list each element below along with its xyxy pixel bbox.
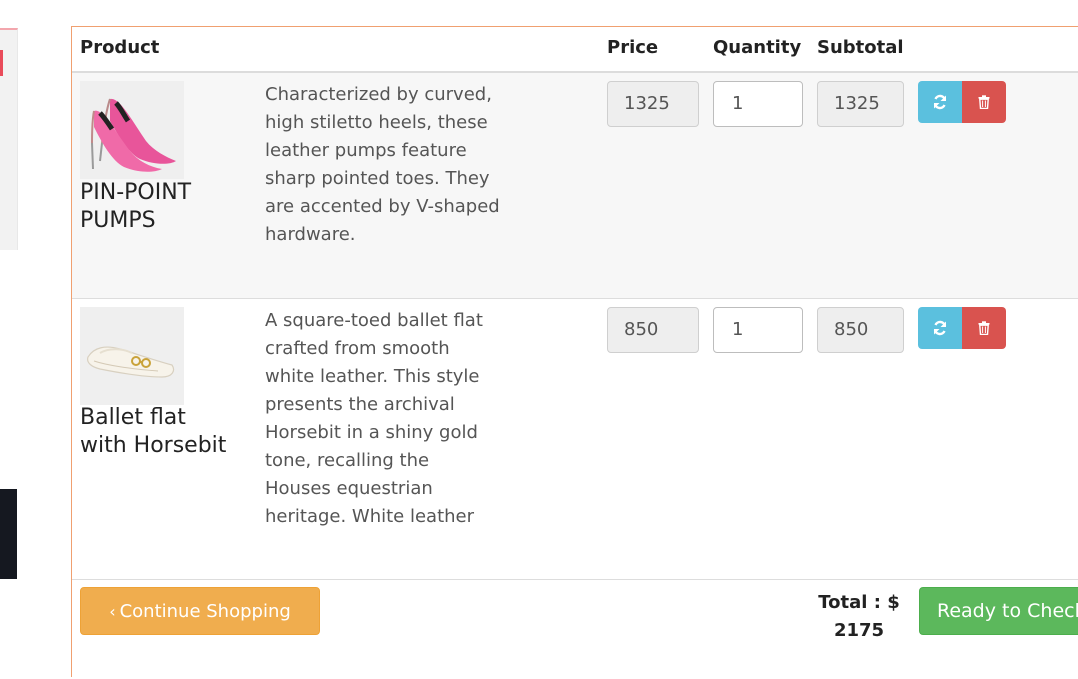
pink-stiletto-pumps-image[interactable] bbox=[80, 81, 184, 179]
remove-item-button[interactable] bbox=[962, 307, 1006, 349]
trash-icon bbox=[978, 95, 990, 109]
quantity-input[interactable]: 1 bbox=[713, 81, 803, 127]
cart-row: PIN-POINT PUMPS Characterized by curved,… bbox=[72, 73, 1078, 299]
continue-shopping-button[interactable]: ‹ Continue Shopping bbox=[80, 587, 320, 635]
price-field: 850 bbox=[607, 307, 699, 353]
update-quantity-button[interactable] bbox=[918, 307, 962, 349]
checkout-button[interactable]: Ready to Checkout bbox=[919, 587, 1078, 635]
adjacent-dark-panel-fragment bbox=[0, 489, 17, 579]
cart-total: Total : $ 2175 bbox=[814, 589, 904, 645]
continue-shopping-label: Continue Shopping bbox=[119, 600, 291, 622]
total-value: 2175 bbox=[833, 620, 885, 641]
remove-item-button[interactable] bbox=[962, 81, 1006, 123]
cart-row: Ballet flat with Horsebit A square-toed … bbox=[72, 299, 1078, 580]
header-quantity: Quantity bbox=[713, 37, 802, 58]
product-description: A square-toed ballet flat crafted from s… bbox=[265, 310, 483, 527]
refresh-icon bbox=[933, 320, 947, 336]
chevron-left-icon: ‹ bbox=[109, 601, 116, 621]
price-field: 1325 bbox=[607, 81, 699, 127]
product-name: PIN-POINT PUMPS bbox=[80, 180, 192, 233]
table-header: Product Price Quantity Subtotal bbox=[72, 27, 1078, 73]
adjacent-panel-accent bbox=[0, 50, 3, 76]
adjacent-panel-fragment bbox=[0, 28, 18, 250]
white-ballet-flat-image[interactable] bbox=[80, 307, 184, 405]
update-quantity-button[interactable] bbox=[918, 81, 962, 123]
product-description: Characterized by curved, high stiletto h… bbox=[265, 84, 500, 245]
subtotal-field: 1325 bbox=[817, 81, 904, 127]
total-label: Total : $ bbox=[818, 592, 900, 613]
subtotal-field: 850 bbox=[817, 307, 904, 353]
header-subtotal: Subtotal bbox=[817, 37, 904, 58]
shopping-cart-table: Product Price Quantity Subtotal PIN-POIN… bbox=[71, 26, 1078, 677]
header-price: Price bbox=[607, 37, 659, 58]
trash-icon bbox=[978, 321, 990, 335]
quantity-input[interactable]: 1 bbox=[713, 307, 803, 353]
product-name: Ballet flat with Horsebit bbox=[80, 405, 227, 458]
header-product: Product bbox=[80, 37, 160, 58]
refresh-icon bbox=[933, 94, 947, 110]
cart-footer: ‹ Continue Shopping Total : $ 2175 Ready… bbox=[72, 579, 1078, 679]
